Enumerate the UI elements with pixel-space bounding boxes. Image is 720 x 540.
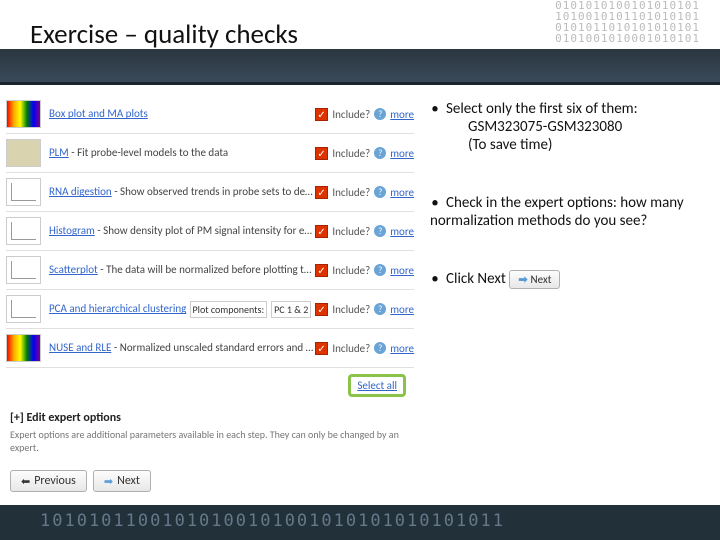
include-label: Include? [332,342,370,355]
include-checkbox[interactable] [315,186,328,199]
more-link[interactable]: more [390,108,414,121]
bullet-1: •Select only the first six of them: GSM3… [430,100,700,154]
thumb-rna-icon [6,178,41,206]
select-all-link[interactable]: Select all [348,374,406,397]
help-icon[interactable]: ? [374,225,386,237]
next-label: Next [117,474,140,488]
bullet-2-text: Check in the expert options: how many no… [430,194,684,230]
options-panel: Box plot and MA plots Include? ? more PL… [0,85,420,505]
option-desc: Box plot and MA plots [49,107,315,120]
bullet-3: •Click Next ➡Next [430,270,700,289]
option-row: PCA and hierarchical clustering Plot com… [6,290,414,329]
previous-button[interactable]: ⬅ Previous [10,470,87,492]
bullet-1-sub1: GSM323075-GSM323080 [468,118,700,136]
include-checkbox[interactable] [315,342,328,355]
more-link[interactable]: more [390,225,414,238]
include-checkbox[interactable] [315,147,328,160]
slide-title: Exercise – quality checks [30,18,298,51]
option-desc: PCA and hierarchical clustering [49,302,190,315]
thumb-boxplot-icon [6,100,41,128]
help-icon[interactable]: ? [374,186,386,198]
option-row: Histogram - Show density plot of PM sign… [6,212,414,251]
include-label: Include? [332,108,370,121]
arrow-right-icon: ➡ [518,273,527,286]
help-icon[interactable]: ? [374,264,386,276]
bullet-1-sub2: (To save time) [468,136,700,154]
plot-components-select[interactable]: PC 1 & 2 [271,301,311,318]
arrow-left-icon: ⬅ [21,475,30,488]
next-button[interactable]: ➡ Next [93,470,151,492]
inline-next-button[interactable]: ➡ Next [509,270,560,289]
option-row: RNA digestion - Show observed trends in … [6,173,414,212]
plot-components-label: Plot components: [190,301,268,318]
thumb-nuse-icon [6,334,41,362]
footer-digits: 10101011001010100101001010101010101011 [40,511,505,531]
bullet-2: •Check in the expert options: how many n… [430,194,700,230]
expert-options[interactable]: [+] Edit expert options Expert options a… [6,403,414,462]
thumb-pca-icon [6,295,41,323]
help-icon[interactable]: ? [374,342,386,354]
arrow-right-icon: ➡ [104,475,113,488]
option-desc: NUSE and RLE - Normalized unscaled stand… [49,341,315,354]
slide-footer: 10101011001010100101001010101010101011 [0,505,720,540]
include-label: Include? [332,225,370,238]
more-link[interactable]: more [390,342,414,355]
inline-next-label: Next [531,273,552,286]
thumb-plm-icon [6,139,41,167]
include-label: Include? [332,303,370,316]
bullet-3-text: Click Next [446,270,506,288]
option-desc: PLM - Fit probe-level models to the data [49,146,315,159]
decorative-digits: 0101010100101010101 1010010101101010101 … [555,0,700,44]
instructions: •Select only the first six of them: GSM3… [420,85,720,505]
include-label: Include? [332,147,370,160]
expert-title: [+] Edit expert options [10,411,410,425]
bullet-1-text: Select only the first six of them: [446,100,638,118]
include-checkbox[interactable] [315,225,328,238]
include-label: Include? [332,186,370,199]
help-icon[interactable]: ? [374,303,386,315]
more-link[interactable]: more [390,264,414,277]
include-checkbox[interactable] [315,303,328,316]
option-row: Box plot and MA plots Include? ? more [6,95,414,134]
slide-header: 0101010100101010101 1010010101101010101 … [0,0,720,85]
help-icon[interactable]: ? [374,147,386,159]
expert-body: Expert options are additional parameters… [10,428,410,454]
more-link[interactable]: more [390,186,414,199]
prev-label: Previous [34,474,76,488]
option-row: Scatterplot - The data will be normalize… [6,251,414,290]
option-desc: RNA digestion - Show observed trends in … [49,185,315,198]
option-row: PLM - Fit probe-level models to the data… [6,134,414,173]
option-row: NUSE and RLE - Normalized unscaled stand… [6,329,414,368]
include-checkbox[interactable] [315,264,328,277]
more-link[interactable]: more [390,303,414,316]
thumb-scatter-icon [6,256,41,284]
option-desc: Histogram - Show density plot of PM sign… [49,224,315,237]
more-link[interactable]: more [390,147,414,160]
option-desc: Scatterplot - The data will be normalize… [49,263,315,276]
thumb-hist-icon [6,217,41,245]
include-label: Include? [332,264,370,277]
help-icon[interactable]: ? [374,108,386,120]
include-checkbox[interactable] [315,108,328,121]
